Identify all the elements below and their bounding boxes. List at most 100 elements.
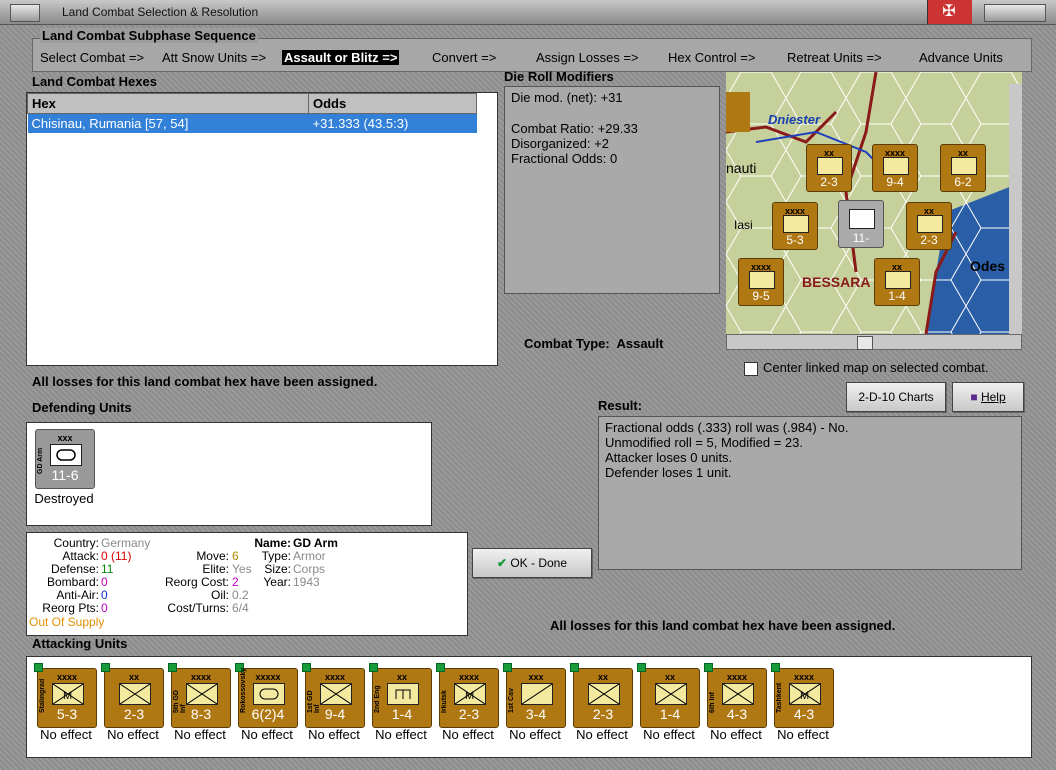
infantry-icon xyxy=(917,215,943,233)
infantry-icon xyxy=(588,683,620,705)
reorgpts-value: 0 xyxy=(101,601,108,615)
map-hscrollbar[interactable] xyxy=(726,334,1022,350)
infantry-icon xyxy=(817,157,843,175)
counter-strength: 5-3 xyxy=(56,706,78,722)
bombard-label: Bombard: xyxy=(46,575,99,589)
step-convert: Convert => xyxy=(432,50,497,65)
defense-value: 11 xyxy=(101,562,114,576)
counter-strength: 2-3 xyxy=(458,706,480,722)
stack-dot-icon xyxy=(168,663,177,672)
result-line: Unmodified roll = 5, Modified = 23. xyxy=(605,435,803,450)
step-advance-units: Advance Units xyxy=(919,50,1003,65)
attacker-counter[interactable]: xxxxx Rokossovsky 6(2)4 xyxy=(235,663,298,728)
attacker-counter[interactable]: xxxx Irkutsk M 2-3 xyxy=(436,663,499,728)
counter-strength: 2-3 xyxy=(123,706,145,722)
infantry-icon xyxy=(885,271,911,289)
counter-strength: 11-6 xyxy=(51,467,79,483)
unit-info-panel: Country: Germany Attack: 0 (11) Defense:… xyxy=(26,532,468,636)
mod-combat-ratio: Combat Ratio: +29.33 xyxy=(511,121,638,136)
attacker-counter[interactable]: xxx 1st Cav 3-4 xyxy=(503,663,566,728)
map-counter[interactable]: xx 2-3 xyxy=(906,202,952,250)
attacker-counter[interactable]: xx 2-3 xyxy=(570,663,633,728)
attacker-counter[interactable]: xx 2-3 xyxy=(101,663,164,728)
stack-dot-icon xyxy=(34,663,43,672)
attack-label: Attack: xyxy=(62,549,99,563)
close-button[interactable] xyxy=(984,4,1046,22)
armor-icon xyxy=(253,683,285,705)
supply-status: Out Of Supply xyxy=(29,615,105,629)
table-row[interactable]: Chisinau, Rumania [57, 54] +31.333 (43.5… xyxy=(27,113,477,133)
attacker-status: No effect xyxy=(308,727,360,742)
name-value: GD Arm xyxy=(293,536,338,550)
attacker-counter[interactable]: xxxx Tashkent M 4-3 xyxy=(771,663,834,728)
map-counter[interactable]: xxxx 9-5 xyxy=(738,258,784,306)
counter-strength: 2-3 xyxy=(592,706,614,722)
ok-label: OK - Done xyxy=(510,556,568,570)
counter-strength: 1-4 xyxy=(391,706,413,722)
svg-text:M: M xyxy=(800,690,809,702)
attack-current: 0 xyxy=(101,549,108,563)
attacker-status: No effect xyxy=(40,727,92,742)
attacker-counter[interactable]: xx 1-4 xyxy=(637,663,700,728)
defender-counter[interactable]: xxx GD Arm 11-6 xyxy=(35,429,95,489)
counter-strength: 4-3 xyxy=(726,706,748,722)
counter-strength: 8-3 xyxy=(190,706,212,722)
stack-dot-icon xyxy=(369,663,378,672)
mechanized-icon: M xyxy=(789,683,821,705)
hexes-list[interactable]: Hex Odds Chisinau, Rumania [57, 54] +31.… xyxy=(26,92,498,366)
counter-strength: 2-3 xyxy=(820,175,838,189)
column-odds[interactable]: Odds xyxy=(308,93,477,114)
center-map-checkbox[interactable] xyxy=(744,362,758,376)
map-counter[interactable]: xx 6-2 xyxy=(940,144,986,192)
mod-disorganized: Disorganized: +2 xyxy=(511,136,609,151)
help-button[interactable]: ■ Help xyxy=(952,382,1024,412)
stack-dot-icon xyxy=(302,663,311,672)
year-value: 1943 xyxy=(293,575,320,589)
cavalry-icon xyxy=(521,683,553,705)
result-line: Fractional odds (.333) roll was (.984) -… xyxy=(605,420,849,435)
attacker-counter[interactable]: xx 2nd Eng 1-4 xyxy=(369,663,432,728)
infantry-icon xyxy=(320,683,352,705)
counter-size: xx xyxy=(396,672,407,682)
defending-title: Defending Units xyxy=(32,400,132,415)
title-bar: Land Combat Selection & Resolution ✠ xyxy=(0,0,1056,25)
result-line: Defender loses 1 unit. xyxy=(605,465,732,480)
defender-status: Destroyed xyxy=(34,491,94,506)
scroll-thumb[interactable] xyxy=(857,336,873,350)
attacking-title: Attacking Units xyxy=(32,636,128,651)
counter-size: xxxxx xyxy=(255,672,281,682)
attacker-counter[interactable]: xxxx Stalingrad M 5-3 xyxy=(34,663,97,728)
counter-size: xx xyxy=(664,672,675,682)
ok-done-button[interactable]: ✔ OK - Done xyxy=(472,548,592,578)
checkmark-icon: ✔ xyxy=(496,556,507,570)
infantry-icon xyxy=(186,683,218,705)
losses-message-bottom: All losses for this land combat hex have… xyxy=(550,618,896,633)
attacker-counter[interactable]: xxxx 1st GD Inf 9-4 xyxy=(302,663,365,728)
reorgcost-label: Reorg Cost: xyxy=(164,575,229,589)
map-counter[interactable]: xx 1-4 xyxy=(874,258,920,306)
attacker-status: No effect xyxy=(576,727,628,742)
map-counter[interactable]: xxxx 9-4 xyxy=(872,144,918,192)
window-title: Land Combat Selection & Resolution xyxy=(62,5,259,19)
engineer-icon xyxy=(387,683,419,705)
attacker-counter[interactable]: xxxx 5th GD Inf 8-3 xyxy=(168,663,231,728)
step-hex-control: Hex Control => xyxy=(668,50,756,65)
oil-value: 0.2 xyxy=(232,588,249,602)
counter-strength: 9-4 xyxy=(324,706,346,722)
counter-strength: 6-2 xyxy=(954,175,972,189)
stack-dot-icon xyxy=(436,663,445,672)
svg-text:M: M xyxy=(465,690,474,702)
mechanized-icon xyxy=(783,215,809,233)
stack-dot-icon xyxy=(503,663,512,672)
system-menu-button[interactable] xyxy=(10,4,40,22)
map-target-counter[interactable]: 11- xyxy=(838,200,884,248)
column-hex[interactable]: Hex xyxy=(27,93,309,114)
attacker-counter[interactable]: xxxx 6th Inf 4-3 xyxy=(704,663,767,728)
map-counter[interactable]: xxxx 5-3 xyxy=(772,202,818,250)
map-counter[interactable]: xx 2-3 xyxy=(806,144,852,192)
counter-strength: 4-3 xyxy=(793,706,815,722)
infantry-icon xyxy=(749,271,775,289)
linked-map[interactable]: Dniester nauti Iasi BESSARA Odes xx 2-3 … xyxy=(726,72,1022,334)
charts-button[interactable]: 2-D-10 Charts xyxy=(846,382,946,412)
counter-size: xxxx xyxy=(56,672,78,682)
